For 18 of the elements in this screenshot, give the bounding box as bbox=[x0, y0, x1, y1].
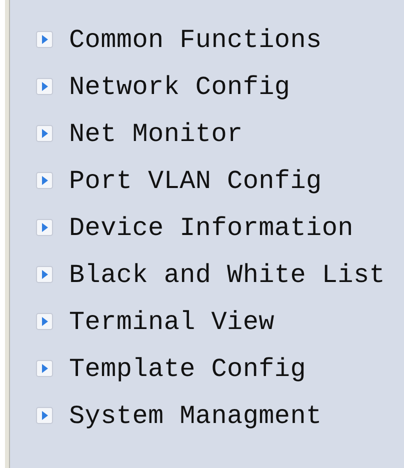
menu-item[interactable]: Net Monitor bbox=[10, 110, 404, 157]
play-icon bbox=[36, 313, 53, 330]
play-icon bbox=[36, 78, 53, 95]
play-icon bbox=[36, 360, 53, 377]
menu-item[interactable]: Terminal View bbox=[10, 298, 404, 345]
play-icon bbox=[36, 125, 53, 142]
menu-item[interactable]: Template Config bbox=[10, 345, 404, 392]
play-icon bbox=[36, 219, 53, 236]
play-icon bbox=[36, 407, 53, 424]
play-icon bbox=[36, 172, 53, 189]
menu-item[interactable]: Common Functions bbox=[10, 16, 404, 63]
menu-item[interactable]: Network Config bbox=[10, 63, 404, 110]
menu-item[interactable]: Device Information bbox=[10, 204, 404, 251]
play-icon bbox=[36, 266, 53, 283]
play-icon bbox=[36, 31, 53, 48]
menu-item[interactable]: Port VLAN Config bbox=[10, 157, 404, 204]
menu-item[interactable]: Black and White List bbox=[10, 251, 404, 298]
menu-item[interactable]: System Managment bbox=[10, 392, 404, 439]
